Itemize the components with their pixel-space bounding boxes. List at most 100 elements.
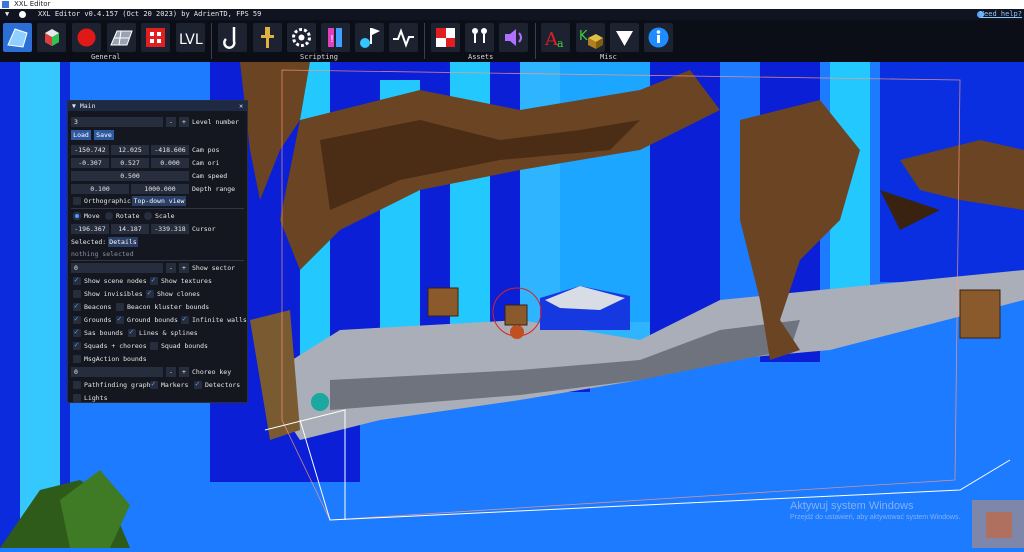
cam-pos-x[interactable]: -150.742 [71,145,109,155]
grounds-label: Grounds [84,316,112,324]
collapse-arrow-icon[interactable]: ▼ [5,9,9,20]
pathfinding-checkbox[interactable] [73,381,81,389]
toolbar-separator [535,23,536,59]
infinite-walls-checkbox[interactable] [181,314,189,324]
textures-button[interactable] [431,23,460,52]
choreo-key-label: Choreo key [192,368,232,376]
cam-ori-y[interactable]: 0.527 [111,158,149,168]
choreo-key-input[interactable]: 0 [71,367,163,377]
level-plus-button[interactable]: + [179,117,189,127]
svg-text:LVL: LVL [179,32,203,48]
ground-bounds-checkbox[interactable] [116,314,124,324]
panel-header[interactable]: ▼ Main ✕ [68,101,247,111]
triangle-button[interactable] [610,23,639,52]
editor-info: XXL Editor v0.4.157 (Oct 20 2023) by Adr… [38,10,262,18]
scale-radio[interactable] [144,212,152,220]
trigger-button[interactable]: ! [321,23,350,52]
show-invisibles-label: Show invisibles [84,290,143,298]
beacon-kluster-checkbox[interactable] [116,303,124,311]
infinite-walls-label: Infinite walls [192,316,247,324]
triangle-down-icon [616,31,633,46]
orthographic-checkbox[interactable] [73,197,81,205]
cam-pos-z[interactable]: -418.606 [151,145,189,155]
sas-bounds-checkbox[interactable] [73,327,81,337]
choreo-minus-button[interactable]: - [166,367,176,377]
detectors-checkbox[interactable] [194,379,202,389]
cursor-y[interactable]: 14.187 [111,224,149,234]
svg-text:K: K [579,29,588,44]
save-button[interactable]: Save [94,130,114,140]
signal-button[interactable] [389,23,418,52]
cursor-x[interactable]: -196.367 [71,224,109,234]
grid-icon [110,30,133,46]
grounds-checkbox[interactable] [73,314,81,324]
rotate-radio[interactable] [105,212,113,220]
close-icon[interactable]: ✕ [239,101,243,111]
move-radio[interactable] [73,212,81,220]
kluster-icon: K [579,29,603,49]
anchor-button[interactable] [253,23,282,52]
svg-text:a: a [557,37,564,50]
group-label-general: General [91,53,121,61]
record-button[interactable] [72,23,101,52]
msgaction-bounds-label: MsgAction bounds [84,355,147,363]
model-button[interactable] [37,23,66,52]
flag-button[interactable] [355,23,384,52]
msgaction-bounds-checkbox[interactable] [73,355,81,363]
group-label-scripting: Scripting [300,53,338,61]
sector-input[interactable]: 0 [71,263,163,273]
help-link[interactable]: Need help? [980,9,1022,20]
toolbar-separator [424,23,425,59]
level-minus-button[interactable]: - [166,117,176,127]
load-button[interactable]: Load [71,130,91,140]
squads-choreos-checkbox[interactable] [73,340,81,350]
markers-checkbox[interactable] [150,379,158,389]
topdown-button[interactable]: Top-down view [132,196,186,206]
beacons-checkbox[interactable] [73,301,81,311]
squads-button[interactable] [141,23,170,52]
sounds-button[interactable] [499,23,528,52]
main-panel[interactable]: ▼ Main ✕ 3 - + Level number Load Save -1… [67,100,248,403]
squads-icon [146,28,165,47]
show-scene-nodes-checkbox[interactable] [73,275,81,285]
collapse-icon[interactable]: ▼ [72,102,76,110]
lines-splines-checkbox[interactable] [128,327,136,337]
show-invisibles-checkbox[interactable] [73,290,81,298]
details-button[interactable]: Details [108,237,138,247]
cam-speed-input[interactable]: 0.500 [71,171,189,181]
gear-button[interactable] [287,23,316,52]
beacon-kluster-label: Beacon kluster bounds [127,303,210,311]
kluster-button[interactable]: K [576,23,605,52]
show-clones-checkbox[interactable] [146,288,154,298]
localization-button[interactable]: Aa [541,23,570,52]
info-icon [648,27,669,48]
squad-bounds-checkbox[interactable] [150,342,158,350]
sector-plus-button[interactable]: + [179,263,189,273]
sector-minus-button[interactable]: - [166,263,176,273]
scene-button[interactable] [3,23,32,52]
show-textures-checkbox[interactable] [150,275,158,285]
trigger-icon: ! [328,28,342,47]
depth-near-input[interactable]: 0.100 [71,184,129,194]
record-icon [77,28,96,47]
toolbar-separator [211,23,212,59]
characters-button[interactable] [465,23,494,52]
divider [71,260,244,261]
level-button[interactable]: LVL [176,23,205,52]
grid-button[interactable] [107,23,136,52]
cursor-z[interactable]: -339.318 [151,224,189,234]
depth-far-input[interactable]: 1000.000 [131,184,189,194]
choreo-plus-button[interactable]: + [179,367,189,377]
show-scene-nodes-label: Show scene nodes [84,277,147,285]
about-button[interactable] [644,23,673,52]
cam-pos-y[interactable]: 12.025 [111,145,149,155]
level-number-input[interactable]: 3 [71,117,163,127]
lights-checkbox[interactable] [73,394,81,402]
scene-icon [7,28,28,48]
panel-title-label: Main [79,102,96,110]
cam-ori-x[interactable]: -0.307 [71,158,109,168]
hook-button[interactable] [218,23,247,52]
status-dot-icon[interactable] [19,11,26,18]
cam-ori-z[interactable]: 0.000 [151,158,189,168]
panel-title: ▼ Main [72,101,96,111]
